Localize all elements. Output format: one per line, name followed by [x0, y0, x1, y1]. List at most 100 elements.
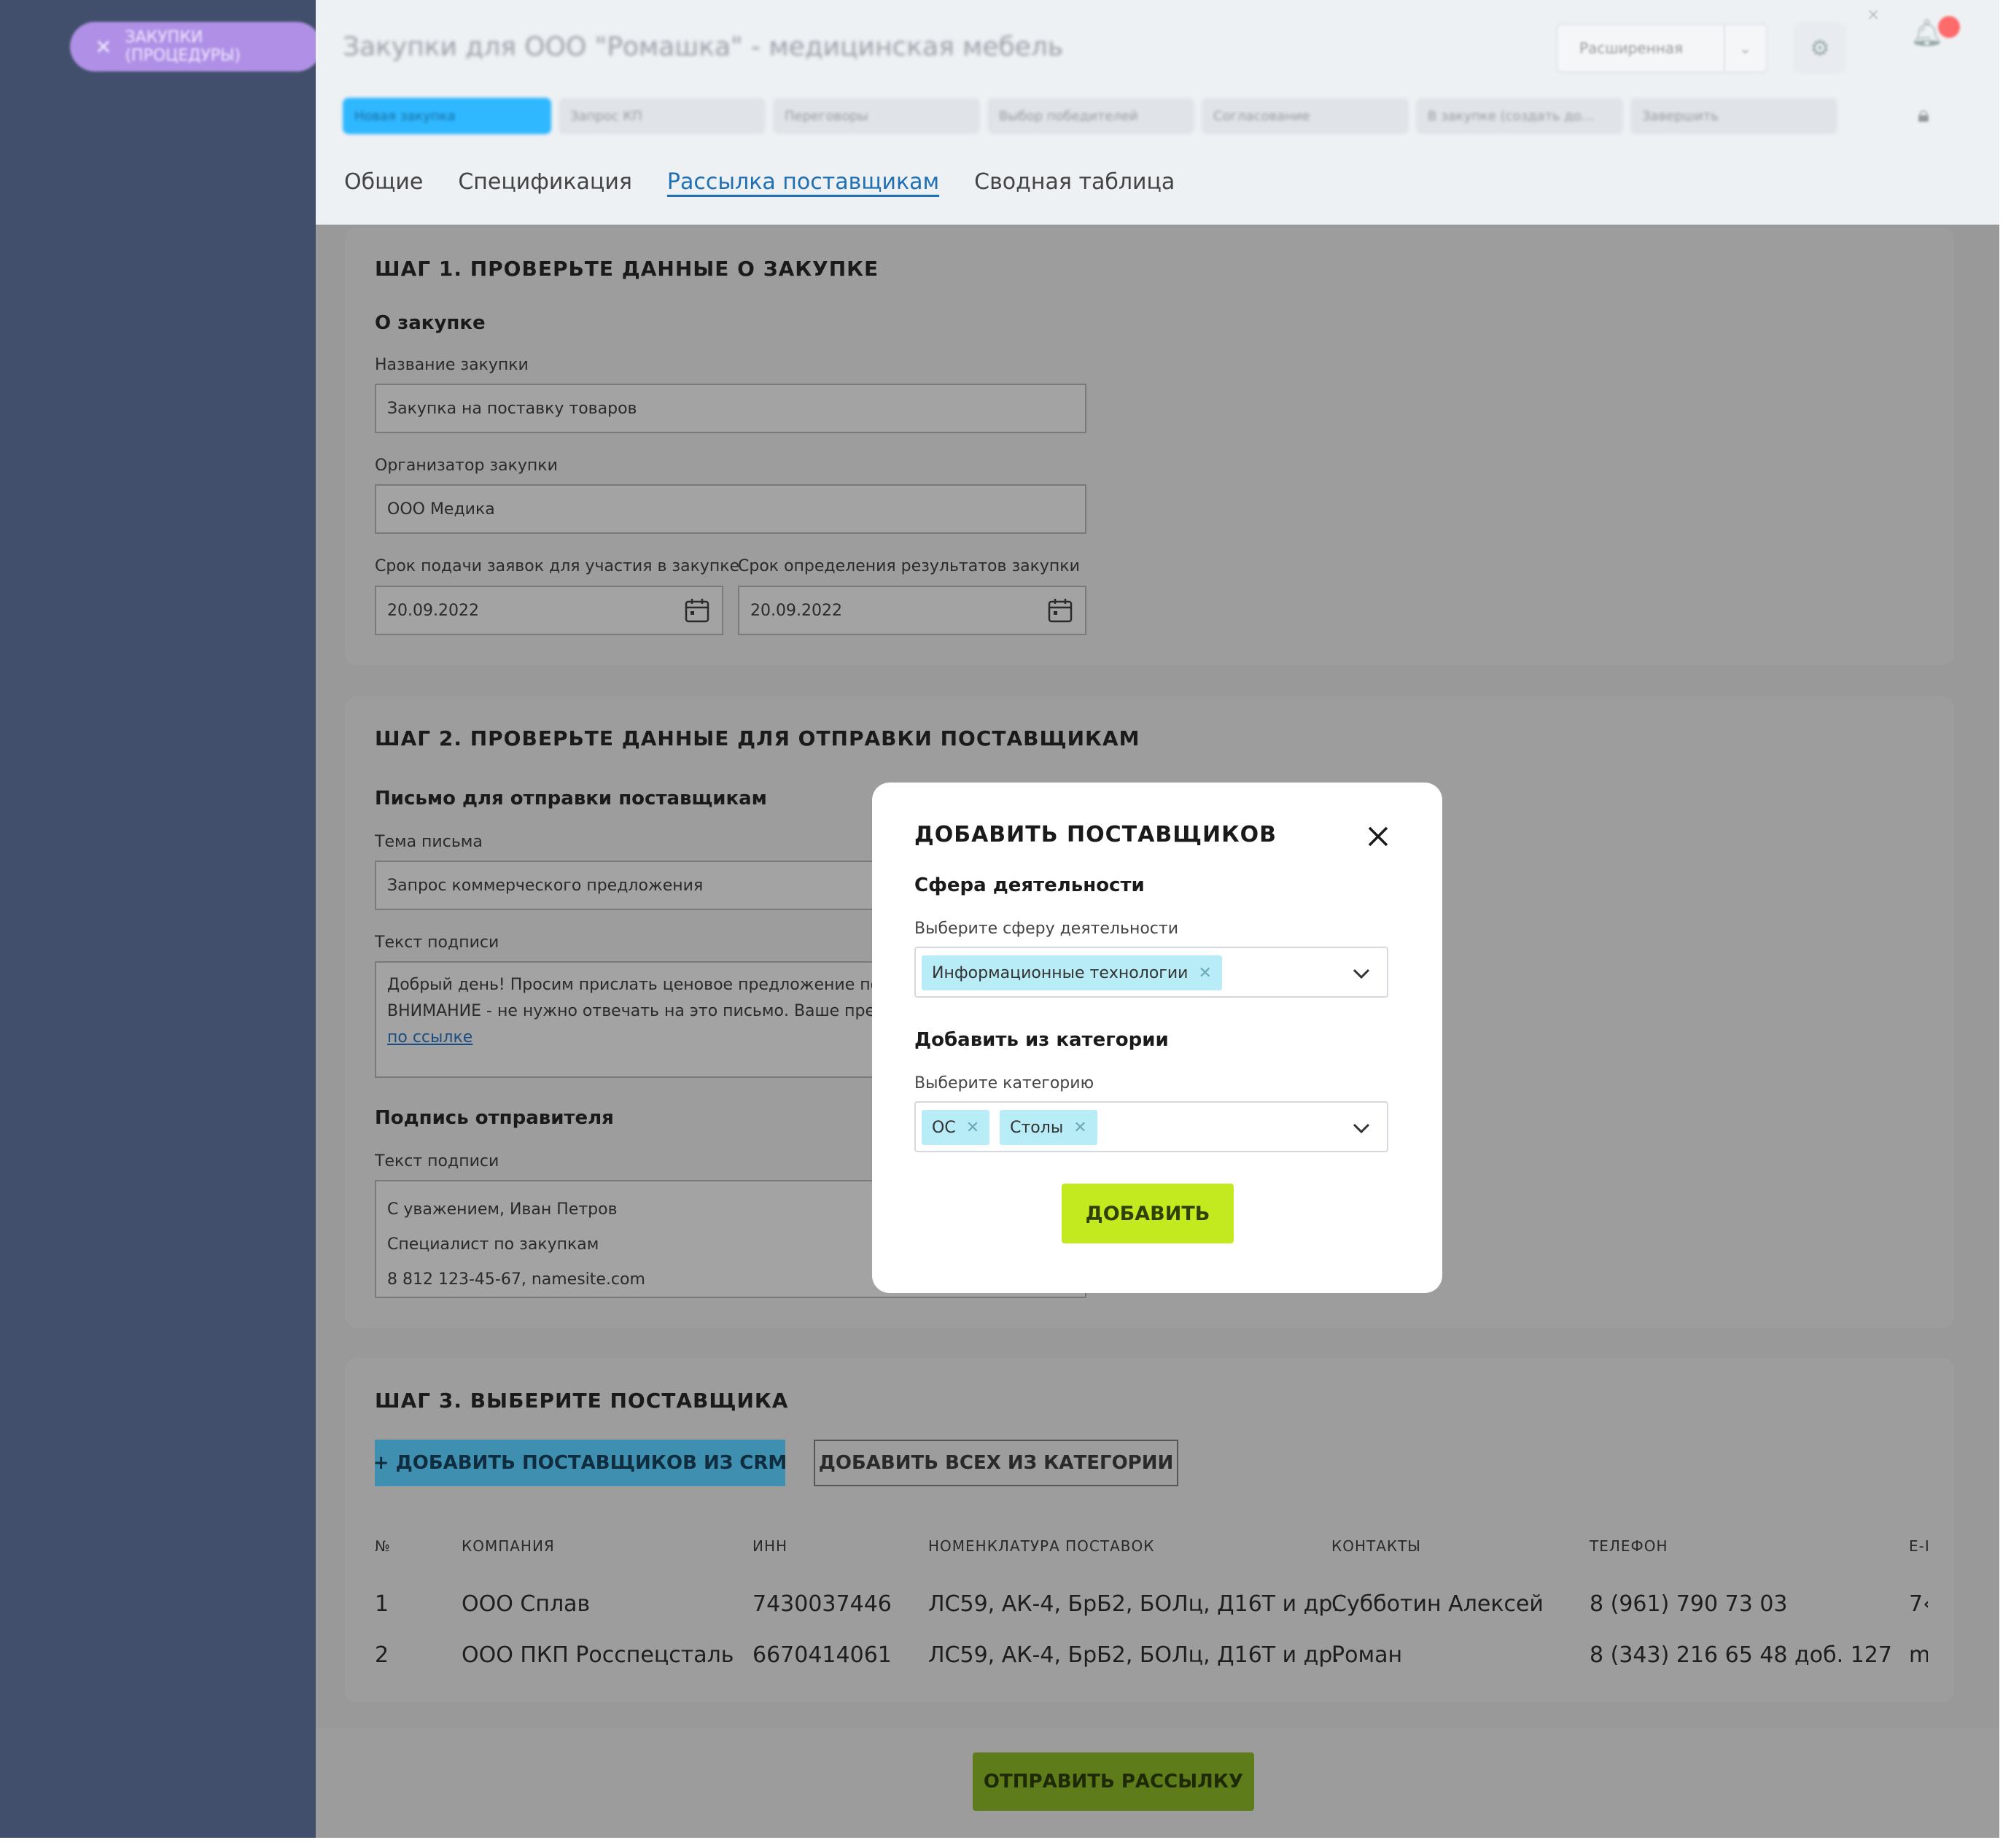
category-chip: ОС ✕ — [922, 1110, 990, 1145]
result-date-label: Срок определения результатов закупки — [738, 557, 1080, 575]
remove-chip-icon[interactable]: ✕ — [1198, 964, 1211, 982]
stage-label: Запрос КП — [570, 108, 642, 124]
chevron-down-icon[interactable] — [1352, 964, 1371, 983]
row-contact: Субботин Алексей — [1331, 1591, 1544, 1617]
close-icon: ✕ — [95, 34, 112, 59]
chip-label: Столы — [1010, 1118, 1064, 1137]
row-number: 2 — [375, 1642, 389, 1668]
organizer-field[interactable]: ООО Медика — [375, 484, 1086, 534]
calendar-icon[interactable] — [1047, 597, 1073, 624]
row-contact: Роман — [1331, 1642, 1403, 1668]
step2-title: ШАГ 2. ПРОВЕРЬТЕ ДАННЫЕ ДЛЯ ОТПРАВКИ ПОС… — [375, 726, 1140, 750]
sphere-select[interactable]: Информационные технологии ✕ — [914, 947, 1388, 998]
tab-supplier-mailing[interactable]: Рассылка поставщикам — [667, 169, 939, 195]
stage-approval[interactable]: Согласование — [1202, 98, 1409, 134]
chevron-down-icon[interactable] — [1352, 1119, 1371, 1138]
subject-label: Тема письма — [375, 833, 483, 851]
letter-section-title: Письмо для отправки поставщикам — [375, 788, 767, 810]
stage-label: Завершить — [1642, 108, 1719, 124]
col-phone: ТЕЛЕФОН — [1590, 1537, 1668, 1555]
result-date-value: 20.09.2022 — [750, 601, 842, 620]
sphere-chip: Информационные технологии ✕ — [922, 955, 1222, 990]
col-number: № — [375, 1537, 391, 1555]
select-divider — [1724, 25, 1725, 71]
modal-title: ДОБАВИТЬ ПОСТАВЩИКОВ — [914, 822, 1277, 847]
row-number: 1 — [375, 1591, 389, 1617]
stage-negotiations[interactable]: Переговоры — [773, 98, 980, 134]
stage-new[interactable]: Новая закупка — [343, 98, 551, 134]
add-from-crm-button[interactable]: + ДОБАВИТЬ ПОСТАВЩИКОВ ИЗ CRM — [373, 1440, 787, 1486]
step1-title: ШАГ 1. ПРОВЕРЬТЕ ДАННЫЕ О ЗАКУПКЕ — [375, 257, 879, 281]
gear-icon: ⚙ — [1810, 35, 1830, 61]
stage-label: Новая закупка — [354, 108, 456, 124]
row-email: 7‹ — [1909, 1591, 1928, 1617]
signature-label: Текст подписи — [375, 1152, 499, 1170]
remove-chip-icon[interactable]: ✕ — [1073, 1119, 1086, 1137]
col-contacts: КОНТАКТЫ — [1331, 1537, 1421, 1555]
row-email: m — [1909, 1642, 1928, 1668]
row-company: ООО ПКП Росспецсталь — [462, 1642, 734, 1668]
stage-in-procurement[interactable]: В закупке (создать до... — [1416, 98, 1623, 134]
col-inn: ИНН — [752, 1537, 788, 1555]
col-email: E-I — [1909, 1537, 1928, 1555]
procurement-name-value: Закупка на поставку товаров — [387, 399, 637, 418]
lock-icon[interactable]: 🔒︎ — [1918, 102, 1929, 128]
deadline-label: Срок подачи заявок для участия в закупке — [375, 557, 740, 575]
category-select[interactable]: ОС ✕ Столы ✕ — [914, 1101, 1388, 1152]
row-phone: 8 (343) 216 65 48 доб. 127 — [1590, 1642, 1892, 1668]
sidebar — [0, 0, 316, 1838]
stage-winners[interactable]: Выбор победителей — [987, 98, 1194, 134]
stage-label: Согласование — [1213, 108, 1310, 124]
sphere-select-label: Выберите сферу деятельности — [914, 920, 1179, 938]
page-title: Закупки для ООО "Ромашка" - медицинская … — [343, 32, 1064, 62]
close-icon[interactable]: × — [1867, 6, 1880, 24]
signature-line: С уважением, Иван Петров — [387, 1200, 618, 1219]
category-section-title: Добавить из категории — [914, 1029, 1169, 1051]
row-inn: 6670414061 — [752, 1642, 892, 1668]
subject-value: Запрос коммерческого предложения — [387, 876, 704, 895]
chip-label: ОС — [932, 1118, 956, 1137]
stage-finish[interactable]: Завершить — [1630, 98, 1837, 134]
step1-section-title: О закупке — [375, 312, 486, 334]
stage-label: Переговоры — [785, 108, 868, 124]
stage-label: В закупке (создать до... — [1428, 108, 1595, 124]
result-date-field[interactable]: 20.09.2022 — [738, 586, 1086, 635]
back-label: ЗАКУПКИ (ПРОЦЕДУРЫ) — [125, 28, 241, 65]
row-phone: 8 (961) 790 73 03 — [1590, 1591, 1788, 1617]
app-page: ✕ ЗАКУПКИ (ПРОЦЕДУРЫ) Закупки для ООО "Р… — [0, 0, 1999, 1838]
category-chip: Столы ✕ — [1000, 1110, 1097, 1145]
remove-chip-icon[interactable]: ✕ — [966, 1119, 979, 1137]
step3-title: ШАГ 3. ВЫБЕРИТЕ ПОСТАВЩИКА — [375, 1389, 789, 1413]
organizer-label: Организатор закупки — [375, 457, 558, 475]
section-tabs: Общие Спецификация Рассылка поставщикам … — [344, 169, 1175, 195]
close-icon[interactable] — [1364, 822, 1393, 851]
signature-line: Специалист по закупкам — [387, 1235, 599, 1254]
send-mailing-button[interactable]: ОТПРАВИТЬ РАССЫЛКУ — [973, 1752, 1254, 1811]
add-button[interactable]: ДОБАВИТЬ — [1062, 1184, 1234, 1243]
stage-request[interactable]: Запрос КП — [559, 98, 766, 134]
chevron-down-icon: ⌄ — [1739, 39, 1751, 57]
procurement-name-field[interactable]: Закупка на поставку товаров — [375, 384, 1086, 433]
category-select-label: Выберите категорию — [914, 1074, 1094, 1092]
letter-body-line: Добрый день! Просим прислать ценовое пре… — [387, 976, 937, 994]
view-mode-select[interactable]: Расширенная ⌄ — [1556, 23, 1767, 73]
add-all-from-category-button[interactable]: ДОБАВИТЬ ВСЕХ ИЗ КАТЕГОРИИ — [814, 1440, 1178, 1486]
calendar-icon[interactable] — [684, 597, 710, 624]
tab-summary-table[interactable]: Сводная таблица — [974, 169, 1175, 195]
stage-label: Выбор победителей — [999, 108, 1138, 124]
settings-button[interactable]: ⚙ — [1794, 22, 1846, 74]
back-to-procurements-button[interactable]: ✕ ЗАКУПКИ (ПРОЦЕДУРЫ) — [70, 22, 322, 71]
letter-body-label: Текст подписи — [375, 933, 499, 952]
view-mode-value: Расширенная — [1579, 39, 1684, 57]
tab-specification[interactable]: Спецификация — [458, 169, 632, 195]
tab-general[interactable]: Общие — [344, 169, 423, 195]
col-company: КОМПАНИЯ — [462, 1537, 555, 1555]
chip-label: Информационные технологии — [932, 963, 1189, 982]
organizer-value: ООО Медика — [387, 500, 495, 519]
sphere-section-title: Сфера деятельности — [914, 874, 1145, 896]
signature-line: 8 812 123-45-67, namesite.com — [387, 1270, 645, 1289]
add-suppliers-modal: ДОБАВИТЬ ПОСТАВЩИКОВ Сфера деятельности … — [872, 783, 1442, 1293]
letter-body-link[interactable]: по ссылке — [387, 1028, 472, 1047]
deadline-date-field[interactable]: 20.09.2022 — [375, 586, 723, 635]
deadline-date-value: 20.09.2022 — [387, 601, 479, 620]
